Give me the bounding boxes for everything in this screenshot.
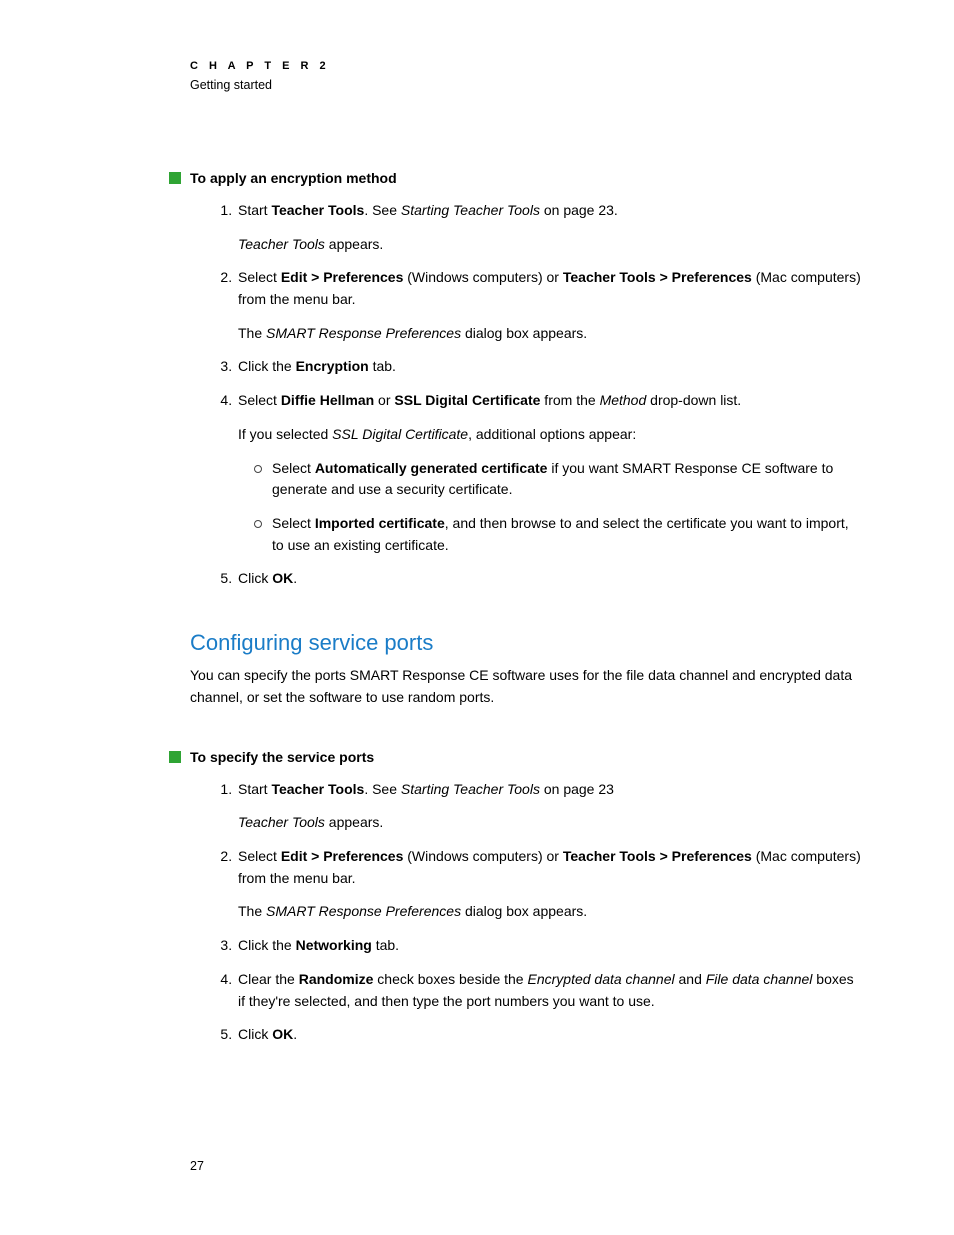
step-text: on page 23. <box>540 202 618 218</box>
bold-text: Randomize <box>299 971 374 987</box>
step-item: Start Teacher Tools. See Starting Teache… <box>236 200 864 255</box>
step-result: If you selected SSL Digital Certificate,… <box>238 424 864 446</box>
italic-text: SMART Response Preferences <box>266 325 461 341</box>
step-text: Start <box>238 781 271 797</box>
sub-item: Select Imported certificate, and then br… <box>272 513 864 556</box>
step-item: Select Edit > Preferences (Windows compu… <box>236 267 864 344</box>
procedure-title: To apply an encryption method <box>190 170 864 186</box>
step-text: or <box>374 392 394 408</box>
italic-text: Method <box>600 392 647 408</box>
document-page: C H A P T E R 2 Getting started To apply… <box>0 0 954 1235</box>
step-text: Start <box>238 202 271 218</box>
italic-text: Encrypted data channel <box>528 971 675 987</box>
italic-text: Teacher Tools <box>238 814 325 830</box>
step-result: The SMART Response Preferences dialog bo… <box>238 323 864 345</box>
step-list: Start Teacher Tools. See Starting Teache… <box>190 779 864 1046</box>
bold-text: Imported certificate <box>315 515 445 531</box>
step-text: Click the <box>238 358 296 374</box>
italic-text: Starting Teacher Tools <box>401 781 540 797</box>
italic-text: Teacher Tools <box>238 236 325 252</box>
bold-text: OK <box>272 1026 293 1042</box>
step-item: Click the Networking tab. <box>236 935 864 957</box>
step-text: dialog box appears. <box>461 325 587 341</box>
step-item: Click OK. <box>236 1024 864 1046</box>
step-text: (Windows computers) or <box>403 848 562 864</box>
bold-text: Edit > Preferences <box>281 269 404 285</box>
bold-text: OK <box>272 570 293 586</box>
step-result: The SMART Response Preferences dialog bo… <box>238 901 864 923</box>
step-result: Teacher Tools appears. <box>238 234 864 256</box>
step-text: . See <box>364 202 401 218</box>
sub-item: Select Automatically generated certifica… <box>272 458 864 501</box>
step-text: appears. <box>325 814 383 830</box>
step-text: , additional options appear: <box>468 426 636 442</box>
bold-text: Networking <box>296 937 372 953</box>
breadcrumb: Getting started <box>190 78 864 92</box>
step-text: Click <box>238 570 272 586</box>
step-text: . See <box>364 781 401 797</box>
section-heading: Configuring service ports <box>190 630 864 656</box>
step-item: Start Teacher Tools. See Starting Teache… <box>236 779 864 834</box>
step-result: Teacher Tools appears. <box>238 812 864 834</box>
sub-list: Select Automatically generated certifica… <box>238 458 864 557</box>
italic-text: SSL Digital Certificate <box>332 426 468 442</box>
bold-text: Edit > Preferences <box>281 848 404 864</box>
chapter-label: C H A P T E R 2 <box>190 60 864 72</box>
step-text: Clear the <box>238 971 299 987</box>
procedure-apply-encryption: To apply an encryption method Start Teac… <box>190 170 864 590</box>
step-text: Select <box>238 392 281 408</box>
step-text: dialog box appears. <box>461 903 587 919</box>
step-text: from the <box>540 392 599 408</box>
step-text: Click <box>238 1026 272 1042</box>
step-item: Select Edit > Preferences (Windows compu… <box>236 846 864 923</box>
step-text: (Windows computers) or <box>403 269 562 285</box>
italic-text: SMART Response Preferences <box>266 903 461 919</box>
italic-text: File data channel <box>706 971 813 987</box>
procedure-specify-ports: To specify the service ports Start Teach… <box>190 749 864 1046</box>
step-item: Click the Encryption tab. <box>236 356 864 378</box>
page-number: 27 <box>190 1159 204 1173</box>
step-text: . <box>293 1026 297 1042</box>
bold-text: Teacher Tools <box>271 202 364 218</box>
bold-text: SSL Digital Certificate <box>394 392 540 408</box>
step-text: . <box>293 570 297 586</box>
step-text: drop-down list. <box>646 392 741 408</box>
bold-text: Teacher Tools > Preferences <box>563 269 752 285</box>
italic-text: Starting Teacher Tools <box>401 202 540 218</box>
step-text: The <box>238 325 266 341</box>
bold-text: Teacher Tools > Preferences <box>563 848 752 864</box>
step-item: Clear the Randomize check boxes beside t… <box>236 969 864 1012</box>
square-bullet-icon <box>169 172 181 184</box>
step-text: If you selected <box>238 426 332 442</box>
step-text: The <box>238 903 266 919</box>
step-text: and <box>675 971 706 987</box>
step-text: Select <box>238 848 281 864</box>
bold-text: Automatically generated certificate <box>315 460 548 476</box>
bold-text: Diffie Hellman <box>281 392 374 408</box>
section-intro: You can specify the ports SMART Response… <box>190 664 864 709</box>
step-text: Select <box>272 515 315 531</box>
bold-text: Encryption <box>296 358 369 374</box>
procedure-title: To specify the service ports <box>190 749 864 765</box>
step-text: tab. <box>369 358 396 374</box>
square-bullet-icon <box>169 751 181 763</box>
step-text: check boxes beside the <box>373 971 527 987</box>
step-text: tab. <box>372 937 399 953</box>
step-item: Select Diffie Hellman or SSL Digital Cer… <box>236 390 864 556</box>
step-text: appears. <box>325 236 383 252</box>
step-text: Click the <box>238 937 296 953</box>
step-text: Select <box>238 269 281 285</box>
step-text: Select <box>272 460 315 476</box>
step-list: Start Teacher Tools. See Starting Teache… <box>190 200 864 590</box>
step-text: on page 23 <box>540 781 614 797</box>
bold-text: Teacher Tools <box>271 781 364 797</box>
step-item: Click OK. <box>236 568 864 590</box>
